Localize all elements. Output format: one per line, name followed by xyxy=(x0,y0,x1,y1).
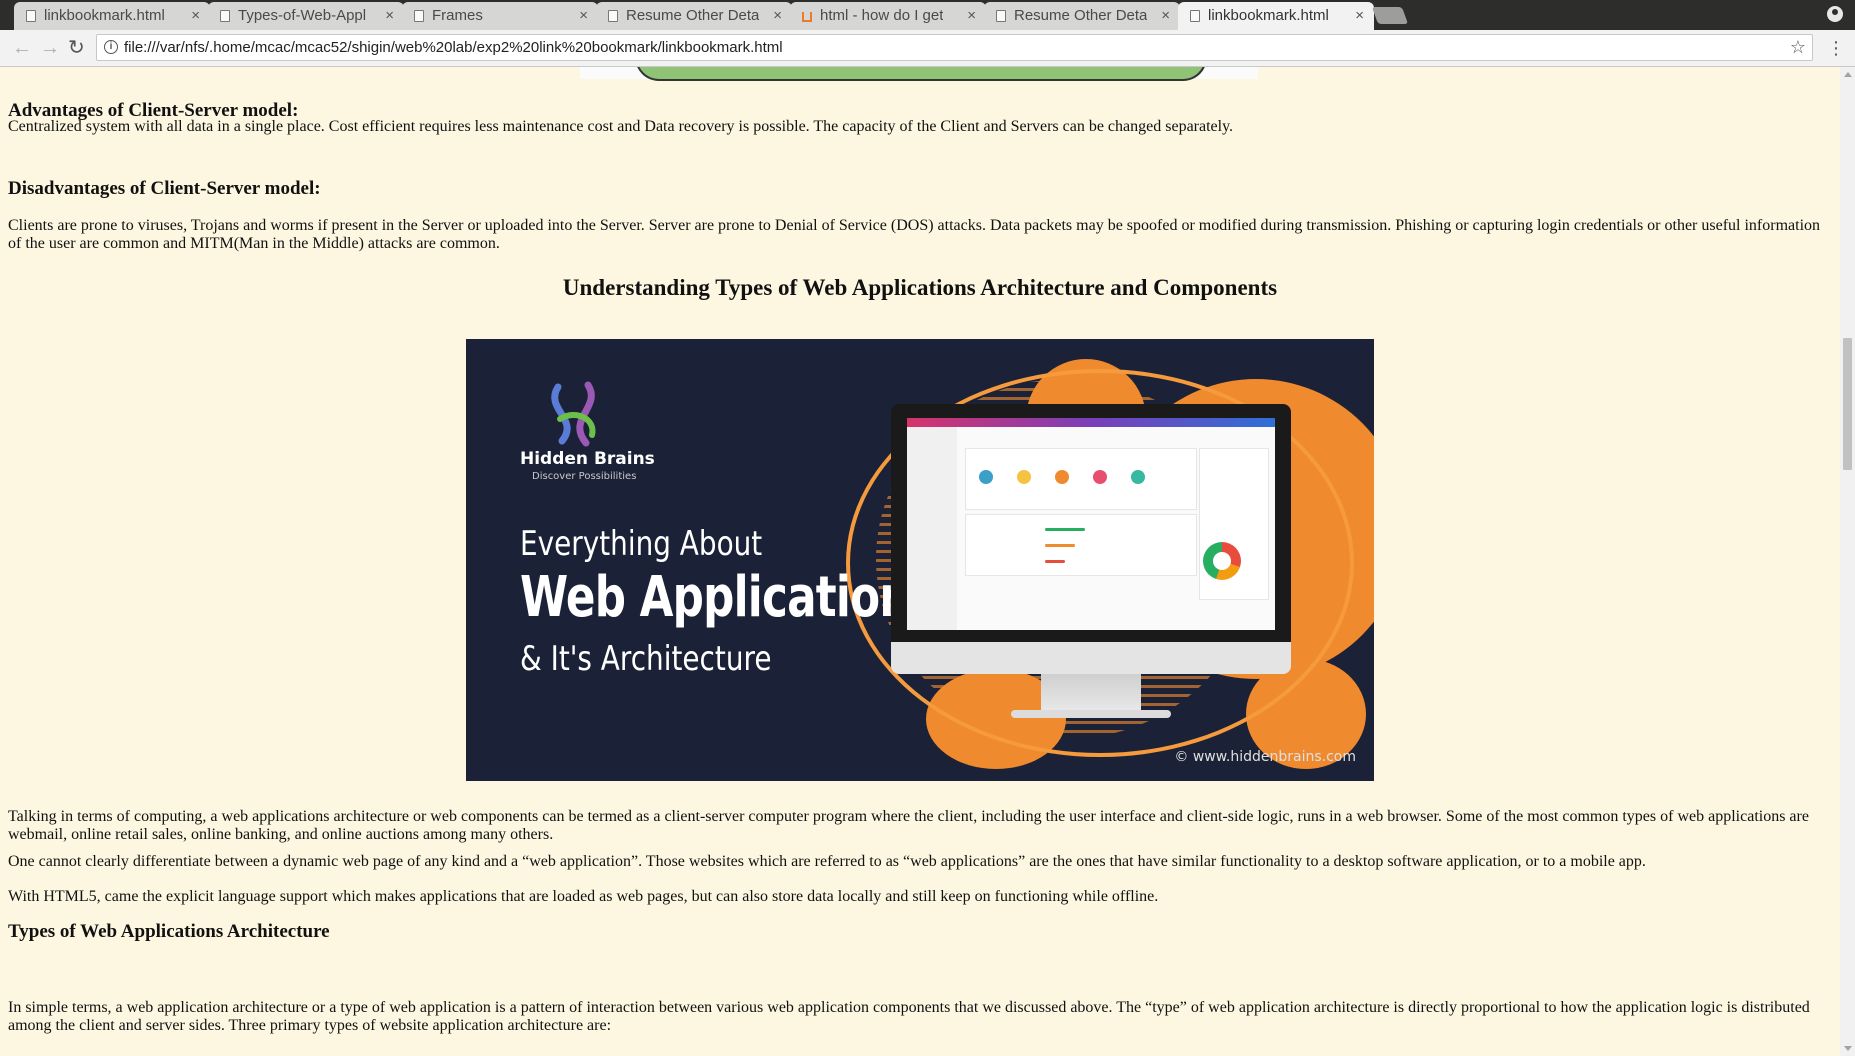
page-viewport: Advantages of Client-Server model: Centr… xyxy=(0,67,1840,1056)
reload-icon[interactable]: ↻ xyxy=(68,36,85,60)
types-heading: Types of Web Applications Architecture xyxy=(8,921,330,942)
close-icon[interactable]: × xyxy=(1161,2,1170,30)
tab-title: Resume Other Deta xyxy=(1014,7,1148,24)
page-icon xyxy=(26,10,36,22)
paragraph-html5: With HTML5, came the explicit language s… xyxy=(8,888,1159,905)
close-icon[interactable]: × xyxy=(579,2,588,30)
vertical-scrollbar[interactable] xyxy=(1840,67,1855,1056)
tab-title: html - how do I get xyxy=(820,7,944,24)
forward-icon[interactable]: → xyxy=(40,36,60,60)
scroll-up-arrow-icon[interactable] xyxy=(1844,72,1852,77)
brand-tagline: Discover Possibilities xyxy=(532,471,637,482)
scrollbar-thumb[interactable] xyxy=(1843,338,1852,470)
disadvantages-heading: Disadvantages of Client-Server model: xyxy=(8,178,321,199)
close-icon[interactable]: × xyxy=(385,2,394,30)
paragraph-architecture-types: In simple terms, a web application archi… xyxy=(8,999,1810,1034)
web-application-banner-image: Hidden Brains Discover Possibilities Eve… xyxy=(466,339,1374,781)
page-icon xyxy=(414,10,424,22)
close-icon[interactable]: × xyxy=(191,2,200,30)
tab-title: Resume Other Deta xyxy=(626,7,760,24)
brand-name: Hidden Brains xyxy=(520,449,655,469)
bookmark-star-icon[interactable]: ☆ xyxy=(1790,35,1806,60)
tab-frames[interactable]: Frames × xyxy=(402,2,598,30)
tab-title: Frames xyxy=(432,7,483,24)
info-icon[interactable]: i xyxy=(104,40,118,54)
address-bar[interactable]: i file:///var/nfs/.home/mcac/mcac52/shig… xyxy=(96,34,1813,61)
url-text[interactable]: file:///var/nfs/.home/mcac/mcac52/shigin… xyxy=(124,35,783,60)
hidden-brains-logo-icon xyxy=(551,381,596,447)
close-icon[interactable]: × xyxy=(1355,2,1364,30)
back-icon[interactable]: ← xyxy=(12,36,32,60)
tab-title: linkbookmark.html xyxy=(1208,7,1329,24)
banner-line-3: & It's Architecture xyxy=(520,639,772,679)
paragraph-web-app-definition: Talking in terms of computing, a web app… xyxy=(8,808,1809,843)
tab-title: linkbookmark.html xyxy=(44,7,165,24)
banner-line-1: Everything About xyxy=(520,524,763,564)
section-title: Understanding Types of Web Applications … xyxy=(562,275,1278,300)
close-icon[interactable]: × xyxy=(967,2,976,30)
tab-resume-other-1[interactable]: Resume Other Deta × xyxy=(596,2,792,30)
banner-copyright: © www.hiddenbrains.com xyxy=(1174,749,1356,765)
page-icon xyxy=(1190,10,1200,22)
tab-title: Types-of-Web-Appl xyxy=(238,7,367,24)
stackoverflow-icon xyxy=(802,10,812,22)
tab-types-of-web-appl[interactable]: Types-of-Web-Appl × xyxy=(208,2,404,30)
banner-line-2: Web Application xyxy=(520,565,910,630)
disadvantages-text: Clients are prone to viruses, Trojans an… xyxy=(8,217,1821,252)
paragraph-dynamic-page: One cannot clearly differentiate between… xyxy=(8,853,1646,870)
previous-image-fragment xyxy=(580,67,1258,81)
close-icon[interactable]: × xyxy=(773,2,782,30)
profile-icon[interactable] xyxy=(1827,6,1843,22)
monitor-illustration xyxy=(891,404,1291,744)
page-icon xyxy=(996,10,1006,22)
page-icon xyxy=(220,10,230,22)
scroll-down-arrow-icon[interactable] xyxy=(1844,1046,1852,1051)
menu-icon[interactable]: ⋮ xyxy=(1827,36,1845,60)
page-icon xyxy=(608,10,618,22)
new-tab-button[interactable] xyxy=(1371,7,1409,24)
monitor-screen xyxy=(907,418,1275,630)
browser-toolbar: ← → ↻ i file:///var/nfs/.home/mcac/mcac5… xyxy=(0,30,1855,67)
tab-resume-other-2[interactable]: Resume Other Deta × xyxy=(984,2,1180,30)
tab-html-how-do-i-get[interactable]: html - how do I get × xyxy=(790,2,986,30)
tab-strip: linkbookmark.html × Types-of-Web-Appl × … xyxy=(0,0,1855,30)
tab-linkbookmark-1[interactable]: linkbookmark.html × xyxy=(14,2,210,30)
tab-linkbookmark-active[interactable]: linkbookmark.html × xyxy=(1178,2,1374,30)
advantages-text: Centralized system with all data in a si… xyxy=(8,118,1234,135)
